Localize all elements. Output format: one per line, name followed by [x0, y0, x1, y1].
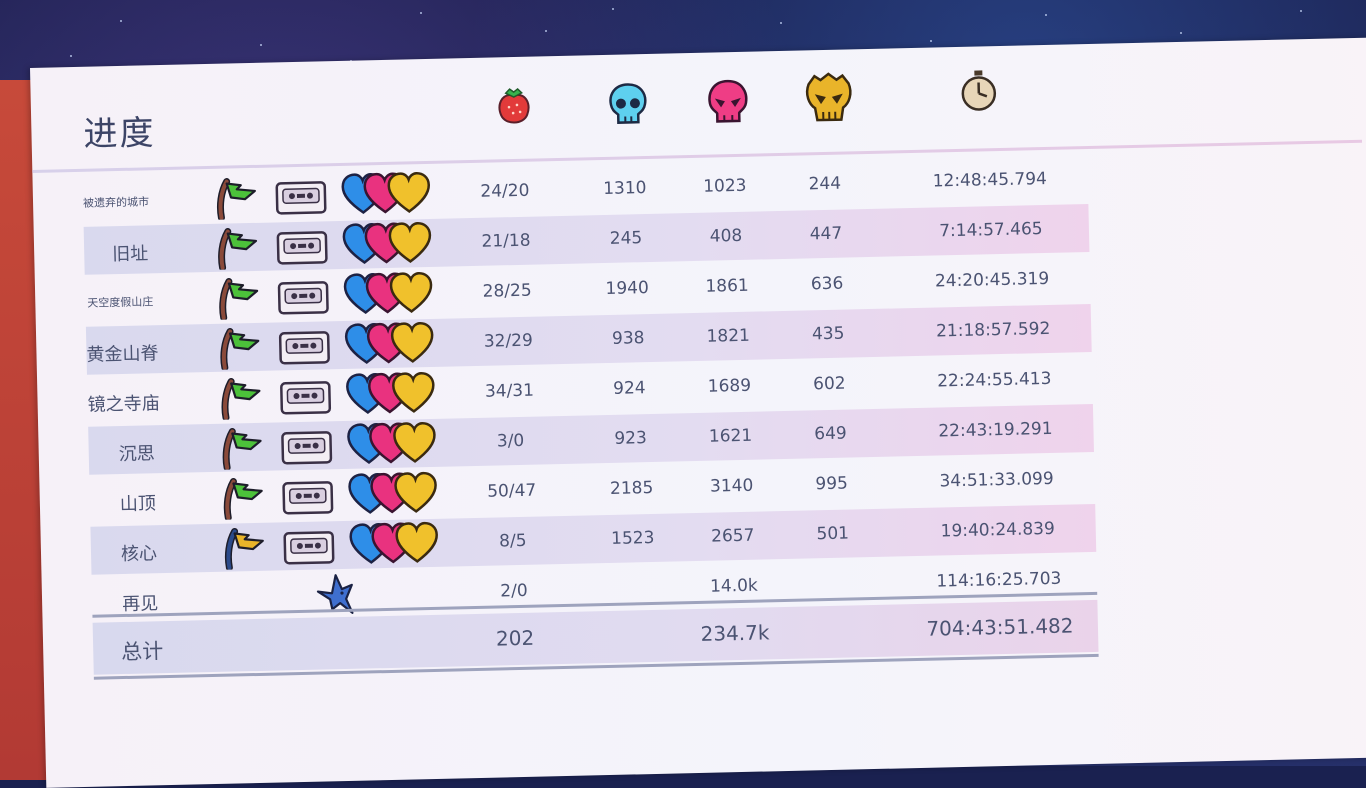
strawberry-count: 8/5: [498, 530, 527, 552]
three-hearts-icon: [344, 321, 434, 364]
deaths-c-side: 435: [811, 323, 845, 345]
green-flag-icon: [222, 428, 262, 470]
gold-skull-icon: [805, 72, 852, 122]
totals-strawberries: 202: [495, 625, 535, 651]
green-flag-icon: [223, 477, 263, 520]
strawberry-icon: [498, 87, 530, 124]
strawberry-count: 34/31: [484, 380, 535, 402]
three-hearts-icon: [348, 471, 437, 514]
chapter-name: 旧址: [112, 243, 149, 266]
deaths-b-side: 14.0k: [709, 575, 759, 597]
chapter-name: 镜之寺庙: [87, 393, 160, 416]
chapter-name: 黄金山脊: [86, 343, 159, 366]
chapter-time: 7:14:57.465: [939, 219, 1043, 242]
chapter-name: 被遗弃的城市: [82, 195, 150, 210]
strawberry-count: 28/25: [482, 280, 532, 302]
page-title: 进度: [83, 113, 156, 155]
strawberry-count: 2/0: [500, 580, 528, 602]
progress-journal-page: 进度 被遗弃的城市 24/20 1310 1023 244 12:48:45.7…: [30, 37, 1366, 788]
green-flag-icon: [218, 228, 258, 270]
chapter-time: 21:18:57.592: [935, 318, 1051, 342]
totals-deaths: 234.7k: [700, 620, 770, 646]
three-hearts-icon: [346, 371, 435, 414]
chapter-time: 22:43:19.291: [938, 418, 1053, 442]
three-hearts-icon: [342, 221, 432, 264]
deaths-c-side: 649: [814, 423, 847, 445]
deaths-c-side: 602: [812, 373, 846, 395]
deaths-c-side: 447: [809, 223, 843, 245]
green-flag-icon: [221, 378, 261, 420]
cassette-icon: [275, 181, 327, 215]
cassette-icon: [280, 381, 332, 415]
strawberry-count: 3/0: [496, 430, 525, 452]
strawberry-count: 50/47: [487, 480, 537, 502]
cassette-icon: [283, 531, 335, 565]
deaths-c-side: 995: [815, 473, 849, 495]
three-hearts-icon: [349, 521, 438, 564]
chapter-time: 114:16:25.703: [936, 568, 1062, 592]
chapter-name: 天空度假山庄: [87, 295, 154, 310]
deaths-c-side: 244: [808, 173, 842, 195]
chapter-name: 沉思: [118, 443, 156, 466]
cassette-icon: [281, 431, 333, 465]
three-hearts-icon: [343, 271, 433, 314]
totals-time: 704:43:51.482: [926, 613, 1074, 641]
blue-skull-icon: [609, 83, 647, 124]
clock-icon: [961, 70, 997, 111]
chapter-name: 再见: [121, 593, 159, 616]
cassette-icon: [276, 231, 328, 265]
totals-label: 总计: [121, 639, 164, 665]
green-flag-icon: [219, 278, 259, 320]
deaths-c-side: 501: [816, 523, 850, 545]
strawberry-count: 21/18: [481, 230, 531, 252]
strawberry-count: 24/20: [480, 180, 530, 202]
chapter-time: 22:24:55.413: [937, 368, 1052, 392]
pink-skull-icon: [708, 79, 748, 123]
chapter-time: 34:51:33.099: [939, 468, 1054, 492]
cassette-icon: [282, 481, 334, 515]
chapter-name: 核心: [120, 543, 158, 566]
green-flag-icon: [216, 178, 256, 220]
green-flag-icon: [220, 328, 260, 370]
cassette-icon: [277, 281, 329, 315]
three-hearts-icon: [347, 421, 436, 464]
three-hearts-icon: [341, 172, 431, 215]
chapter-time: 24:20:45.319: [934, 268, 1050, 292]
deaths-c-side: 636: [810, 273, 844, 295]
chapter-name: 山顶: [119, 493, 157, 516]
chapter-time: 19:40:24.839: [940, 518, 1056, 542]
cassette-icon: [278, 331, 330, 365]
strawberry-count: 32/29: [483, 330, 534, 352]
gold-flag-icon: [224, 527, 264, 570]
chapter-time: 12:48:45.794: [932, 168, 1048, 192]
